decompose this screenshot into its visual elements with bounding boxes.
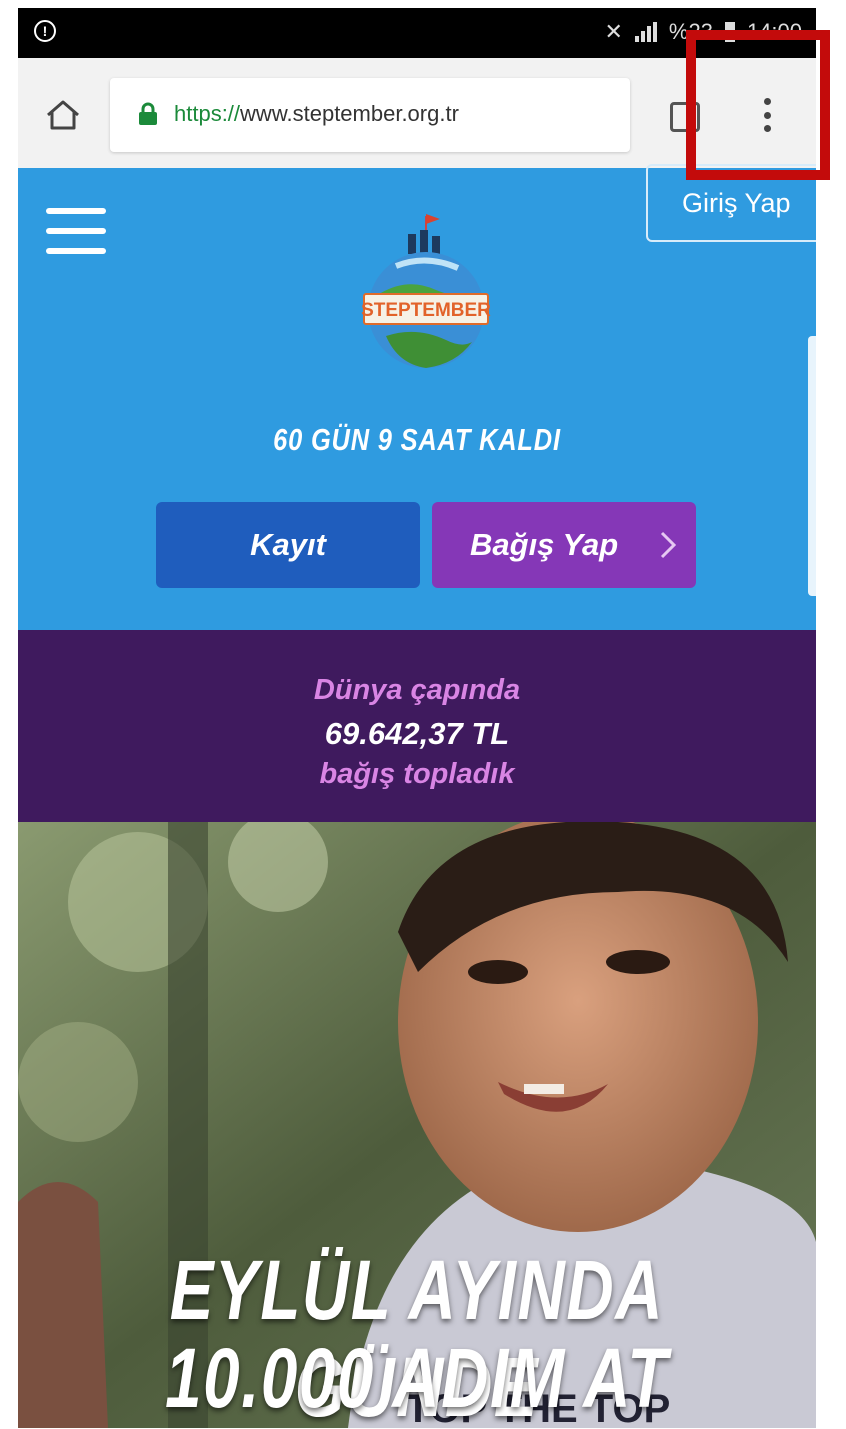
url-host: www.steptember.org.tr — [240, 101, 459, 126]
signal-icon — [634, 22, 657, 42]
lock-icon — [139, 102, 157, 125]
chevron-right-icon — [660, 531, 677, 559]
hero-photo: TOP THE TOP EYLÜL AYINDA GÜNDE 10.000 AD… — [18, 822, 816, 1428]
hamburger-menu-icon[interactable] — [46, 208, 106, 254]
register-button[interactable]: Kayıt — [156, 502, 420, 588]
donate-button[interactable]: Bağış Yap — [432, 502, 696, 588]
donation-line-worldwide: Dünya çapında — [313, 674, 521, 706]
home-icon[interactable] — [46, 100, 80, 130]
donate-label: Bağış Yap — [470, 527, 619, 562]
site-header: Giriş Yap STEPTEMBER 60 GÜN 9 SAAT KALDI… — [18, 164, 816, 630]
address-bar[interactable]: https://www.steptember.org.tr — [110, 78, 630, 152]
mute-icon: ✕ — [604, 19, 623, 44]
steptember-logo[interactable]: STEPTEMBER — [336, 206, 516, 386]
logo-text: STEPTEMBER — [361, 300, 491, 321]
headline-line-2: 10.000 ADIM AT — [165, 1331, 669, 1425]
side-tab[interactable] — [808, 336, 816, 596]
menu-highlight-box — [686, 30, 830, 180]
url-scheme: https:// — [174, 101, 241, 126]
donation-line-collected: bağış topladık — [319, 758, 515, 790]
donation-amount: 69.642,37 TL — [324, 716, 510, 751]
countdown-text: 60 GÜN 9 SAAT KALDI — [273, 422, 561, 457]
donation-total-banner: Dünya çapında 69.642,37 TL bağış topladı… — [18, 630, 816, 822]
url-text: https://www.steptember.org.tr — [174, 101, 459, 127]
alert-circle-icon: ! — [34, 20, 56, 42]
phone-screen: ! ✕ %23 14:00 https://www.steptember.org… — [18, 8, 816, 1428]
